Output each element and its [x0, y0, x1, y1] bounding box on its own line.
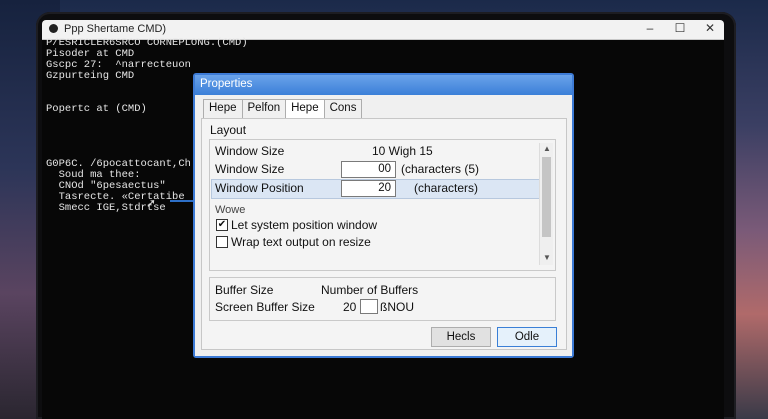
layout-group — [209, 139, 556, 271]
cmd-window-title: Ppp Shertame CMD) — [64, 23, 167, 35]
ok-button[interactable]: Odle — [497, 327, 557, 347]
window-size-input[interactable]: 00 — [341, 161, 396, 178]
tab-hepe[interactable]: Hepe — [203, 99, 243, 119]
window-position-label: Window Position — [215, 181, 304, 195]
scroll-down-icon[interactable]: ▼ — [543, 253, 551, 262]
window-controls: – ☐ ✕ — [642, 21, 718, 35]
cmd-app-icon — [49, 24, 58, 33]
group-caption: Wowe — [215, 204, 246, 216]
tab-panel: Layout Window Size 10 Wigh 15 Window Siz… — [201, 118, 567, 350]
window-position-input[interactable]: 20 — [341, 180, 396, 197]
help-button[interactable]: Hecls — [431, 327, 491, 347]
guide-line-left — [170, 200, 194, 202]
let-system-position-checkbox[interactable]: ✔ — [216, 219, 228, 231]
tab-hepe-active[interactable]: Hepe — [285, 99, 325, 119]
tab-pelfon[interactable]: Pelfon — [241, 99, 287, 119]
window-size-suffix: (characters (5) — [401, 162, 480, 176]
layout-heading: Layout — [210, 123, 247, 137]
layout-scrollbar[interactable]: ▲ ▼ — [539, 143, 553, 265]
screen-buffer-unit: ßNOU — [380, 300, 414, 314]
tab-cons[interactable]: Cons — [323, 99, 363, 119]
number-of-buffers-label: Number of Buffers — [321, 283, 419, 297]
scroll-up-icon[interactable]: ▲ — [543, 144, 551, 153]
maximize-icon[interactable]: ☐ — [672, 21, 688, 35]
buffer-size-label: Buffer Size — [215, 283, 274, 297]
close-icon[interactable]: ✕ — [702, 21, 718, 35]
mouse-pointer-icon: ➚ — [146, 196, 157, 210]
screen-buffer-size-label: Screen Buffer Size — [215, 300, 315, 314]
tab-strip: Hepe Pelfon Hepe Cons — [203, 99, 363, 119]
window-position-suffix: (characters) — [414, 181, 479, 195]
window-size-value: 10 Wigh 15 — [372, 144, 433, 158]
properties-dialog: Properties Hepe Pelfon Hepe Cons Layout … — [193, 73, 574, 358]
screen-buffer-input[interactable] — [360, 299, 378, 314]
let-system-position-label: Let system position window — [231, 218, 378, 232]
window-size-label: Window Size — [215, 144, 285, 158]
dialog-body: Hepe Pelfon Hepe Cons Layout Window Size… — [195, 95, 572, 356]
dialog-title-bar[interactable]: Properties — [195, 75, 572, 95]
scroll-thumb[interactable] — [542, 157, 551, 237]
window-size-label-2: Window Size — [215, 162, 285, 176]
minimize-icon[interactable]: – — [642, 21, 658, 35]
screen-buffer-size-value: 20 — [343, 300, 357, 314]
laptop-screen: Ppp Shertame CMD) – ☐ ✕ P/ESRICLER6SRCO … — [42, 20, 724, 419]
wrap-text-label: Wrap text output on resize — [231, 235, 371, 249]
dialog-title: Properties — [200, 78, 253, 90]
wrap-text-checkbox[interactable] — [216, 236, 228, 248]
